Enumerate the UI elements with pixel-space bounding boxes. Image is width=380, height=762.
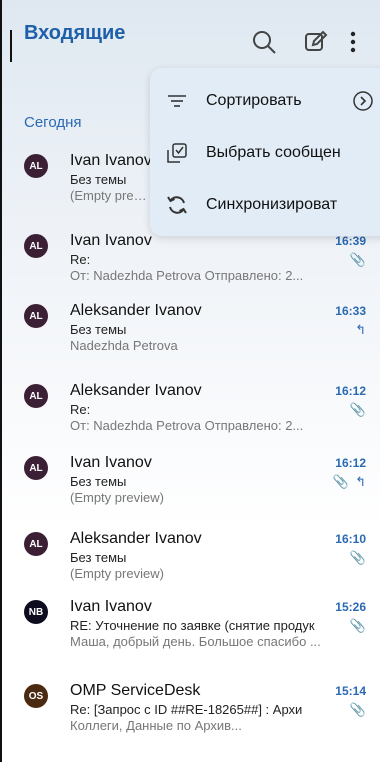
message-row[interactable]: OS OMP ServiceDesk Re: [Запрос с ID ##RE-1… bbox=[2, 680, 380, 750]
menu-item-label: Синхронизироват bbox=[206, 196, 338, 213]
more-icon[interactable] bbox=[346, 28, 360, 56]
attachment-icon: 📎 bbox=[332, 474, 350, 489]
avatar: AL bbox=[24, 456, 48, 480]
preview: (Empty preview) bbox=[70, 188, 150, 203]
mail-app: Входящие Сегодня AL Ivan Ivanov Без темы (E… bbox=[0, 0, 380, 762]
subject: Без темы bbox=[70, 172, 127, 187]
menu-item-select[interactable]: Выбрать сообщен bbox=[166, 134, 380, 174]
menu-item-sort[interactable]: Сортировать bbox=[166, 82, 380, 122]
avatar: AL bbox=[24, 384, 48, 408]
sender: Aleksander Ivanov bbox=[70, 382, 202, 399]
chevron-right-icon bbox=[353, 91, 373, 111]
subject: RE: Уточнение по заявке (снятие продук bbox=[70, 618, 315, 633]
sync-icon bbox=[167, 196, 187, 214]
message-flags: 📎 ↰ bbox=[327, 474, 366, 490]
avatar: AL bbox=[24, 304, 48, 328]
search-icon[interactable] bbox=[250, 28, 278, 56]
sender: Ivan Ivanov bbox=[70, 454, 152, 471]
preview: (Empty preview) bbox=[70, 490, 164, 505]
reply-icon: ↰ bbox=[355, 322, 366, 337]
menu-item-label: Выбрать сообщен bbox=[206, 144, 341, 161]
avatar: OS bbox=[24, 684, 48, 708]
subject: Re: bbox=[70, 252, 91, 267]
subject: Без темы bbox=[70, 322, 127, 337]
section-today: Сегодня bbox=[24, 114, 82, 131]
message-row[interactable]: AL Aleksander Ivanov Без темы Nadezhda Petr… bbox=[2, 300, 380, 370]
message-flags: 📎 bbox=[344, 252, 366, 268]
page-title: Входящие bbox=[24, 22, 126, 44]
time: 15:14 bbox=[335, 684, 366, 698]
time: 15:26 bbox=[335, 600, 366, 614]
message-flags: ↰ bbox=[349, 322, 366, 338]
sender: Ivan Ivanov bbox=[70, 598, 152, 615]
attachment-icon: 📎 bbox=[349, 402, 366, 417]
message-row[interactable]: AL Aleksander Ivanov Re: От: Nadezhda Petro… bbox=[2, 380, 380, 450]
time: 16:33 bbox=[335, 304, 366, 318]
time: 16:12 bbox=[335, 384, 366, 398]
avatar: AL bbox=[24, 154, 48, 178]
preview: Nadezhda Petrova bbox=[70, 338, 178, 353]
message-row[interactable]: AL Ivan Ivanov Re: От: Nadezhda Petrova Отп… bbox=[2, 230, 380, 300]
subject: Без темы bbox=[70, 474, 127, 489]
avatar: AL bbox=[24, 532, 48, 556]
message-row[interactable]: NB Ivan Ivanov RE: Уточнение по заявке (сн… bbox=[2, 596, 380, 666]
message-flags: 📎 bbox=[344, 402, 366, 418]
time: 16:10 bbox=[335, 532, 366, 546]
subject: Re: bbox=[70, 402, 91, 417]
time: 16:39 bbox=[335, 234, 366, 248]
time: 16:12 bbox=[335, 456, 366, 470]
preview: От: Nadezhda Petrova Отправлено: 2... bbox=[70, 418, 304, 433]
message-row[interactable]: AL Aleksander Ivanov Без темы (Empty previe… bbox=[2, 528, 380, 598]
sender: Aleksander Ivanov bbox=[70, 302, 202, 319]
sender: Ivan Ivanov bbox=[70, 232, 152, 249]
attachment-icon: 📎 bbox=[349, 550, 366, 565]
preview: (Empty preview) bbox=[70, 566, 164, 581]
reply-icon: ↰ bbox=[355, 474, 366, 489]
attachment-icon: 📎 bbox=[349, 618, 366, 633]
message-flags: 📎 bbox=[344, 702, 366, 718]
text-cursor bbox=[10, 30, 12, 62]
attachment-icon: 📎 bbox=[349, 252, 366, 267]
subject: Без темы bbox=[70, 550, 127, 565]
message-flags: 📎 bbox=[344, 618, 366, 634]
header: Входящие bbox=[2, 0, 380, 76]
avatar: NB bbox=[24, 600, 48, 624]
preview: Маша, добрый день. Большое спасибо ... bbox=[70, 634, 321, 649]
sort-icon bbox=[168, 95, 186, 107]
menu-item-sync[interactable]: Синхронизироват bbox=[166, 186, 380, 226]
select-icon bbox=[167, 143, 187, 163]
sender: OMP ServiceDesk bbox=[70, 682, 201, 699]
message-row[interactable]: AL Ivan Ivanov Без темы (Empty preview) 16:1… bbox=[2, 452, 380, 522]
attachment-icon: 📎 bbox=[349, 702, 366, 717]
subject: Re: [Запрос с ID ##RE-18265##] : Архи bbox=[70, 702, 303, 717]
avatar: AL bbox=[24, 234, 48, 258]
menu-item-label: Сортировать bbox=[206, 92, 302, 109]
overflow-menu: Сортировать Выбрать сообщен Синхронизиро… bbox=[150, 68, 380, 236]
preview: От: Nadezhda Petrova Отправлено: 2... bbox=[70, 268, 304, 283]
preview: Коллеги, Данные по Архив... bbox=[70, 718, 242, 733]
compose-icon[interactable] bbox=[302, 28, 330, 56]
sender: Aleksander Ivanov bbox=[70, 530, 202, 547]
sender: Ivan Ivanov bbox=[70, 152, 152, 169]
message-flags: 📎 bbox=[344, 550, 366, 566]
